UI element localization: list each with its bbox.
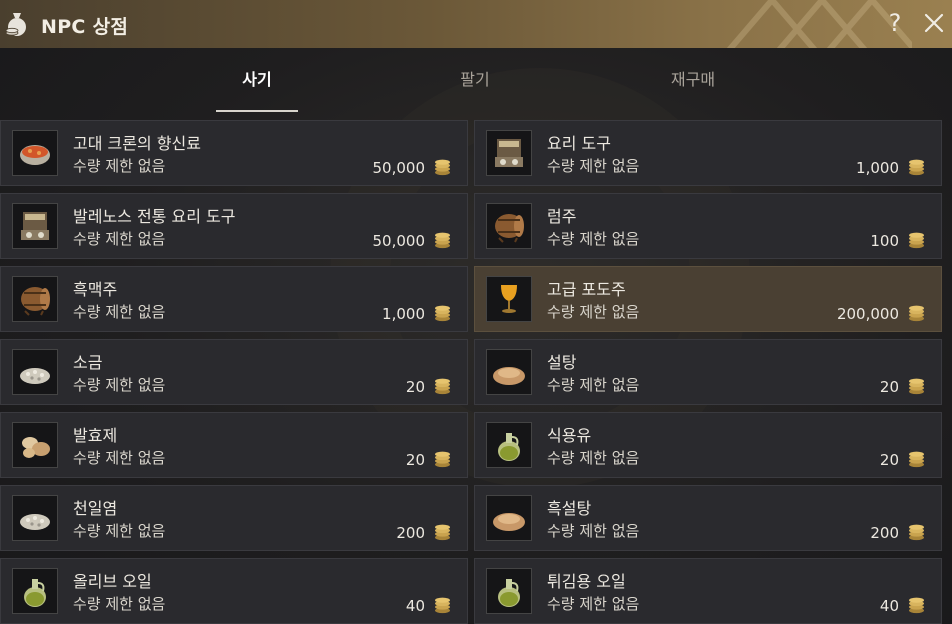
item-card[interactable]: 고대 크론의 향신료수량 제한 없음 50,000	[0, 120, 468, 186]
item-purchase-limit: 수량 제한 없음	[73, 522, 166, 540]
item-card[interactable]: 고급 포도주수량 제한 없음 200,000	[474, 266, 942, 332]
money-bag-icon	[5, 13, 26, 36]
cooking-utensil-icon	[12, 203, 58, 249]
barrel-icon	[486, 203, 532, 249]
item-price: 100	[870, 232, 899, 250]
oil-jar-icon	[12, 568, 58, 614]
item-purchase-limit: 수량 제한 없음	[73, 230, 166, 248]
salt-pile-icon	[12, 495, 58, 541]
help-button[interactable]: ?	[884, 9, 906, 37]
item-card[interactable]: 발레노스 전통 요리 도구수량 제한 없음 50,000	[0, 193, 468, 259]
item-card[interactable]: 흑맥주수량 제한 없음 1,000	[0, 266, 468, 332]
silver-coin-icon	[434, 232, 451, 249]
item-name: 올리브 오일	[73, 572, 152, 591]
item-price: 1,000	[856, 159, 899, 177]
item-card[interactable]: 올리브 오일수량 제한 없음 40	[0, 558, 468, 624]
item-purchase-limit: 수량 제한 없음	[547, 522, 640, 540]
silver-coin-icon	[434, 524, 451, 541]
silver-coin-icon	[908, 159, 925, 176]
item-purchase-limit: 수량 제한 없음	[73, 157, 166, 175]
silver-coin-icon	[908, 232, 925, 249]
item-name: 요리 도구	[547, 134, 611, 153]
item-purchase-limit: 수량 제한 없음	[547, 303, 640, 321]
silver-coin-icon	[908, 524, 925, 541]
spice-bowl-icon	[12, 130, 58, 176]
item-purchase-limit: 수량 제한 없음	[547, 449, 640, 467]
item-name: 발효제	[73, 426, 118, 445]
item-price: 20	[879, 378, 899, 396]
tab-buy[interactable]: 사기	[197, 66, 317, 106]
sugar-pile-icon	[486, 349, 532, 395]
title-bar: NPC 상점 ?	[0, 0, 952, 48]
item-card[interactable]: 요리 도구수량 제한 없음 1,000	[474, 120, 942, 186]
silver-coin-icon	[434, 378, 451, 395]
item-purchase-limit: 수량 제한 없음	[547, 376, 640, 394]
silver-coin-icon	[908, 597, 925, 614]
item-name: 식용유	[547, 426, 592, 445]
silver-coin-icon	[908, 451, 925, 468]
item-name: 발레노스 전통 요리 도구	[73, 207, 236, 226]
item-name: 고급 포도주	[547, 280, 626, 299]
item-price: 200	[870, 524, 899, 542]
window-title: NPC 상점	[41, 16, 129, 38]
item-card[interactable]: 튀김용 오일수량 제한 없음 40	[474, 558, 942, 624]
item-name: 고대 크론의 향신료	[73, 134, 201, 153]
item-card[interactable]: 흑설탕수량 제한 없음 200	[474, 485, 942, 551]
shop-content: 사기 팔기 재구매 고대 크론의 향신료수량 제한 없음 50,000 요리 도구수…	[0, 48, 952, 624]
item-name: 소금	[73, 353, 103, 372]
item-card[interactable]: 설탕수량 제한 없음 20	[474, 339, 942, 405]
item-price: 200	[396, 524, 425, 542]
close-icon[interactable]	[922, 11, 946, 35]
item-name: 럼주	[547, 207, 577, 226]
item-price: 20	[405, 378, 425, 396]
item-price: 1,000	[382, 305, 425, 323]
active-tab-indicator	[216, 110, 298, 112]
item-name: 튀김용 오일	[547, 572, 626, 591]
item-purchase-limit: 수량 제한 없음	[73, 449, 166, 467]
item-price: 50,000	[372, 232, 426, 250]
item-card[interactable]: 럼주수량 제한 없음 100	[474, 193, 942, 259]
silver-coin-icon	[434, 159, 451, 176]
item-price: 40	[879, 597, 899, 615]
tab-sell[interactable]: 팔기	[415, 66, 535, 106]
item-purchase-limit: 수량 제한 없음	[547, 230, 640, 248]
item-price: 20	[879, 451, 899, 469]
item-card[interactable]: 식용유수량 제한 없음 20	[474, 412, 942, 478]
leaven-icon	[12, 422, 58, 468]
goblet-icon	[486, 276, 532, 322]
tab-rebuy[interactable]: 재구매	[633, 66, 753, 106]
item-name: 천일염	[73, 499, 118, 518]
sugar-pile-icon	[486, 495, 532, 541]
silver-coin-icon	[434, 305, 451, 322]
item-name: 흑맥주	[73, 280, 118, 299]
item-purchase-limit: 수량 제한 없음	[73, 376, 166, 394]
item-name: 흑설탕	[547, 499, 592, 518]
tab-bar: 사기 팔기 재구매	[0, 48, 952, 112]
item-name: 설탕	[547, 353, 577, 372]
item-card[interactable]: 발효제수량 제한 없음 20	[0, 412, 468, 478]
oil-jar-icon	[486, 422, 532, 468]
silver-coin-icon	[908, 305, 925, 322]
item-price: 200,000	[836, 305, 899, 323]
item-purchase-limit: 수량 제한 없음	[73, 595, 166, 613]
title-bar-pattern	[726, 0, 912, 48]
item-purchase-limit: 수량 제한 없음	[73, 303, 166, 321]
silver-coin-icon	[908, 378, 925, 395]
item-card[interactable]: 천일염수량 제한 없음 200	[0, 485, 468, 551]
barrel-icon	[12, 276, 58, 322]
item-price: 40	[405, 597, 425, 615]
silver-coin-icon	[434, 451, 451, 468]
salt-pile-icon	[12, 349, 58, 395]
item-purchase-limit: 수량 제한 없음	[547, 595, 640, 613]
item-price: 20	[405, 451, 425, 469]
item-card[interactable]: 소금수량 제한 없음 20	[0, 339, 468, 405]
silver-coin-icon	[434, 597, 451, 614]
cooking-utensil-icon	[486, 130, 532, 176]
oil-jar-icon	[486, 568, 532, 614]
item-purchase-limit: 수량 제한 없음	[547, 157, 640, 175]
item-price: 50,000	[372, 159, 426, 177]
